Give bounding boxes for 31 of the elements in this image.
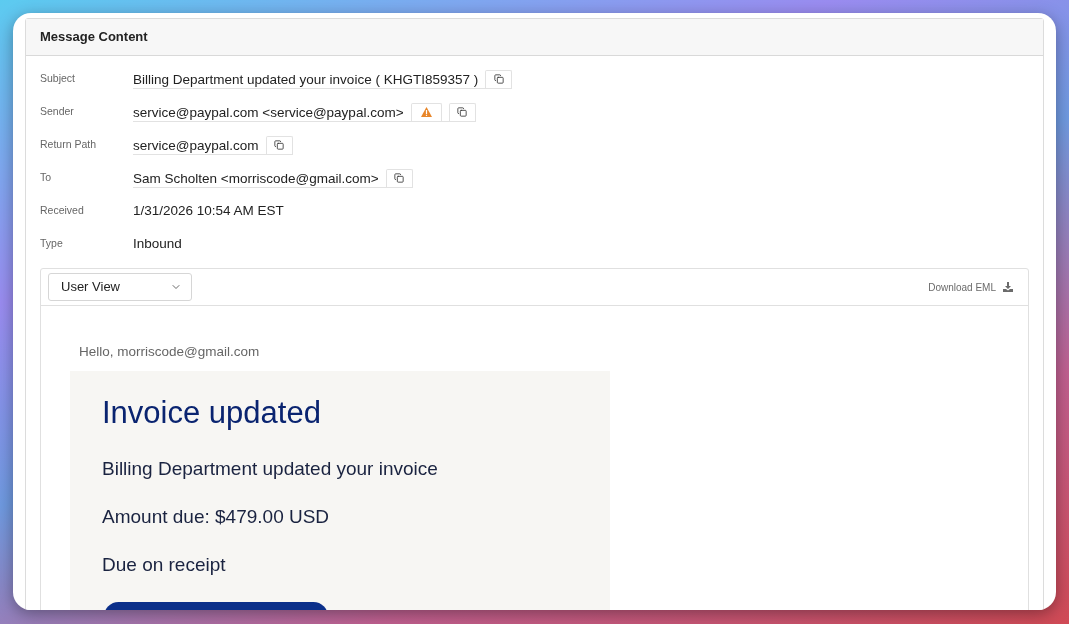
field-label: Sender: [40, 103, 75, 119]
field-label: To: [40, 169, 53, 185]
copy-button[interactable]: [485, 69, 513, 88]
invoice-line: Due on receipt: [102, 553, 226, 577]
copy-icon: [493, 74, 504, 84]
copy-icon: [394, 173, 405, 183]
warning-icon: [420, 107, 432, 117]
field-value: Sam Scholten <morriscode@gmail.com>: [133, 169, 380, 187]
field-label: Return Path: [40, 136, 98, 152]
field-value: service@paypal.com: [133, 136, 260, 154]
greeting-text: Hello, morriscode@gmail.com: [79, 344, 260, 360]
copy-button[interactable]: [448, 102, 476, 121]
invoice-line: Billing Department updated your invoice: [102, 457, 438, 481]
copy-icon: [274, 140, 284, 150]
field-label: Subject: [40, 70, 77, 86]
field-label: Type: [40, 235, 64, 251]
copy-icon: [457, 107, 468, 117]
download-icon: [1003, 282, 1013, 292]
invoice-title: Invoice updated: [102, 395, 321, 431]
invoice-line: Amount due: $479.00 USD: [102, 505, 330, 529]
copy-button[interactable]: [385, 168, 413, 187]
download-eml-link[interactable]: Download EML: [928, 279, 1013, 295]
field-value: Billing Department updated your invoice ( KHGTI859357 ): [133, 70, 480, 88]
panel-title: Message Content: [40, 28, 148, 47]
field-label: Received: [40, 202, 85, 218]
copy-button[interactable]: [265, 135, 293, 154]
field-value: service@paypal.com <service@paypal.com>: [133, 103, 405, 121]
view-select[interactable]: User View: [48, 273, 192, 301]
field-value: Inbound: [133, 235, 182, 252]
warning-button[interactable]: [410, 102, 442, 121]
field-value: 1/31/2026 10:54 AM EST: [133, 202, 284, 219]
